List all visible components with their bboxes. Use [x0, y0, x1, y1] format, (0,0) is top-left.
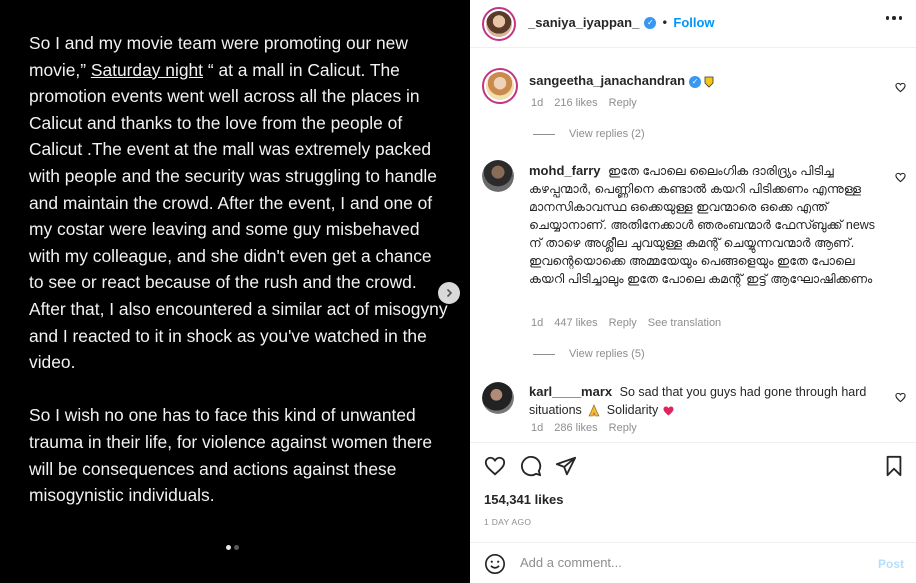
next-slide-button[interactable]	[438, 282, 460, 304]
commenter-avatar[interactable]	[482, 68, 518, 104]
comment-input[interactable]	[520, 555, 840, 570]
comment-time: 1d	[531, 422, 544, 434]
comment-likes[interactable]: 216 likes	[554, 97, 597, 109]
heart-icon[interactable]	[484, 455, 506, 477]
emoji-icon[interactable]	[484, 553, 506, 575]
story-paragraph-1: So I and my movie team were promoting ou…	[29, 30, 449, 376]
badge-icon	[704, 76, 714, 88]
carousel-dot	[234, 545, 239, 550]
comment-icon[interactable]	[520, 455, 542, 477]
more-icon-dot	[892, 16, 896, 20]
red-heart-icon	[663, 406, 674, 416]
post-header: _saniya_iyappan_ ✓ • Follow	[470, 0, 916, 48]
comment-body: ഇതേ പോലെ ലൈംഗിക ദാരിദ്ര്യം പിടിച്ച കഴപ്പ…	[529, 164, 876, 286]
comment-likes[interactable]: 447 likes	[554, 317, 597, 329]
comment-text: mohd_farry ഇതേ പോലെ ലൈംഗിക ദാരിദ്ര്യം പി…	[529, 162, 889, 288]
view-replies-button[interactable]: View replies (2)	[533, 128, 645, 140]
movie-title: Saturday night	[90, 59, 203, 80]
heart-icon[interactable]	[895, 392, 906, 403]
comment-meta: 1d 286 likes Reply	[531, 422, 637, 434]
comment-time: 1d	[531, 97, 544, 109]
author-username[interactable]: _saniya_iyappan_	[528, 15, 639, 30]
post-media: So I and my movie team were promoting ou…	[0, 0, 470, 583]
reply-button[interactable]: Reply	[609, 97, 637, 109]
verified-icon: ✓	[689, 75, 702, 88]
story-paragraph-2: So I wish no one has to face this kind o…	[29, 405, 433, 506]
comment-body-end: Solidarity	[606, 403, 659, 417]
commenter-username[interactable]: sangeetha_janachandran	[529, 73, 685, 88]
post-likes[interactable]: 154,341 likes	[484, 492, 564, 507]
praying-hands-icon	[588, 404, 600, 417]
comment-meta: 1d 216 likes Reply	[531, 97, 637, 109]
add-comment-bar: Post	[470, 542, 916, 583]
separator-dot: •	[661, 15, 669, 30]
reply-button[interactable]: Reply	[609, 317, 637, 329]
follow-button[interactable]: Follow	[673, 15, 714, 30]
heart-icon[interactable]	[895, 172, 906, 183]
commenter-avatar[interactable]	[482, 160, 514, 192]
view-replies-label: View replies (2)	[569, 128, 645, 140]
more-options-button[interactable]	[885, 16, 902, 20]
commenter-avatar[interactable]	[482, 382, 514, 414]
carousel-indicator	[226, 545, 239, 550]
carousel-dot-active	[226, 545, 231, 550]
view-replies-button[interactable]: View replies (5)	[533, 348, 645, 360]
comment-time: 1d	[531, 317, 544, 329]
story-text: So I and my movie team were promoting ou…	[29, 30, 449, 509]
comment-meta: 1d 447 likes Reply See translation	[531, 317, 721, 329]
comment-text: karl____marx So sad that you guys had go…	[529, 383, 869, 419]
replies-line	[533, 353, 555, 355]
replies-line	[533, 133, 555, 135]
share-icon[interactable]	[555, 455, 577, 477]
comment-likes[interactable]: 286 likes	[554, 422, 597, 434]
post-comment-button[interactable]: Post	[878, 557, 904, 571]
more-icon-dot	[898, 16, 902, 20]
commenter-username[interactable]: karl____marx	[529, 384, 612, 399]
chevron-right-icon	[446, 288, 453, 298]
more-icon	[885, 16, 889, 20]
commenter-username[interactable]: mohd_farry	[529, 163, 601, 178]
post-sidebar: _saniya_iyappan_ ✓ • Follow sangeetha_ja…	[470, 0, 916, 583]
bookmark-icon[interactable]	[884, 455, 904, 477]
see-translation-button[interactable]: See translation	[648, 317, 721, 329]
verified-icon: ✓	[644, 16, 657, 29]
comment-text: sangeetha_janachandran ✓	[529, 72, 879, 90]
view-replies-label: View replies (5)	[569, 348, 645, 360]
post-time: 1 DAY AGO	[484, 517, 532, 527]
author-line: _saniya_iyappan_ ✓ • Follow	[528, 15, 715, 30]
author-avatar[interactable]	[482, 7, 516, 41]
story-text-part: “ at a mall in Calicut. The promotion ev…	[29, 59, 448, 373]
heart-icon[interactable]	[895, 82, 906, 93]
reply-button[interactable]: Reply	[609, 422, 637, 434]
